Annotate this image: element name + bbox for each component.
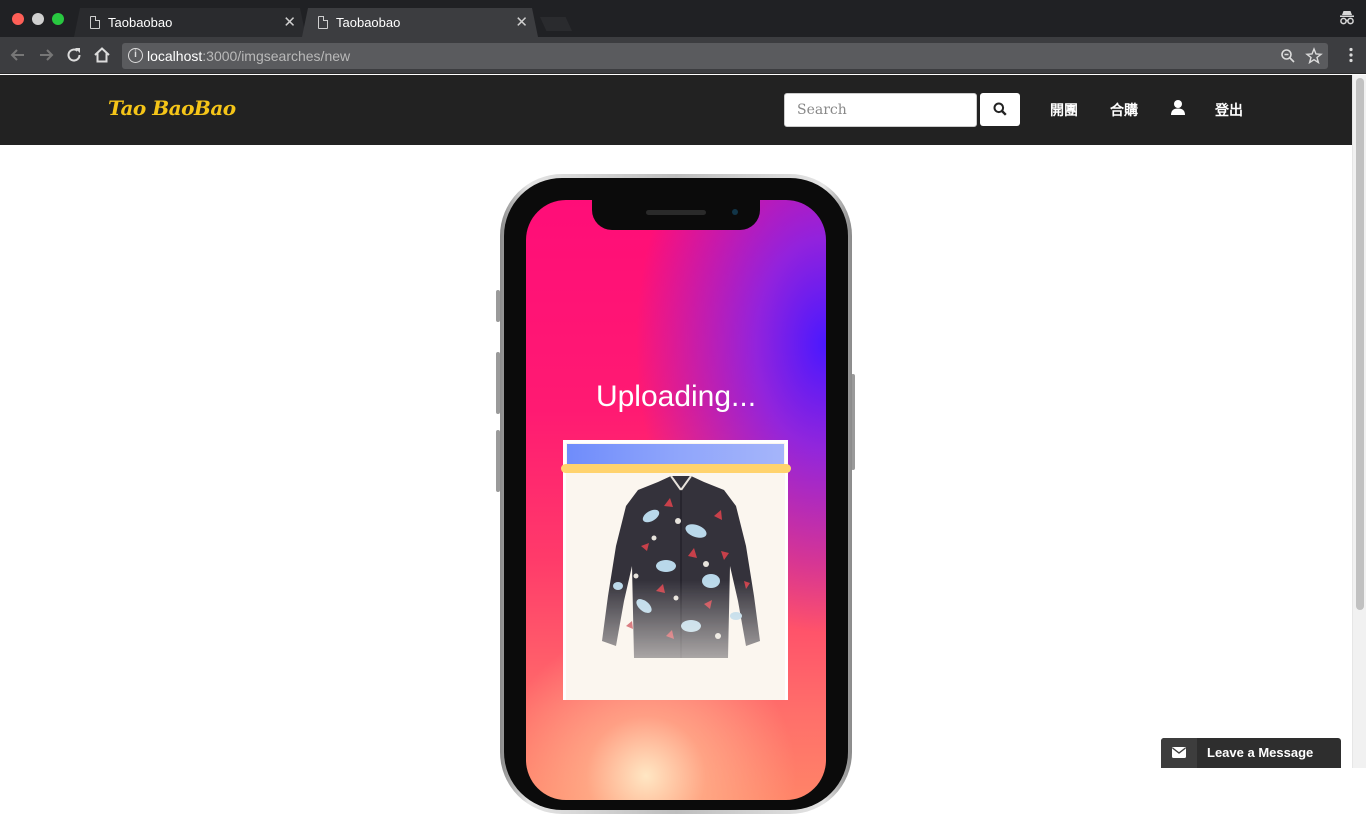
more-menu-icon[interactable] [1348, 47, 1354, 63]
nav-link-logout[interactable]: 登出 [1215, 100, 1243, 120]
zoom-icon[interactable] [1280, 48, 1296, 64]
site-logo[interactable]: Tao BaoBao [108, 96, 236, 120]
upload-status-text: Uploading... [595, 380, 757, 413]
site-navbar: Tao BaoBao 開團 合購 登出 [0, 75, 1352, 145]
leave-message-label: Leave a Message [1207, 745, 1314, 760]
url-host: localhost [147, 48, 203, 64]
upload-scan-line [561, 464, 791, 473]
search-icon [993, 102, 1007, 116]
tab-title: Taobaobao [336, 15, 401, 30]
browser-tab-active[interactable]: Taobaobao ✕ [302, 8, 538, 37]
phone-notch [592, 200, 760, 230]
user-icon[interactable] [1170, 99, 1186, 115]
reload-icon [67, 48, 81, 62]
chat-icon-box [1161, 738, 1197, 768]
url-path: :3000/imgsearches/new [202, 48, 351, 64]
arrow-right-icon [40, 49, 54, 61]
envelope-icon [1172, 747, 1186, 758]
nav-link-group-buy[interactable]: 合購 [1110, 100, 1138, 120]
search-input[interactable] [784, 93, 977, 127]
window-minimize-button[interactable] [32, 13, 44, 25]
close-tab-icon[interactable]: ✕ [283, 13, 296, 31]
browser-tab-strip: Taobaobao ✕ Taobaobao ✕ [0, 0, 1366, 37]
nav-link-open-group[interactable]: 開團 [1050, 100, 1078, 120]
window-close-button[interactable] [12, 13, 24, 25]
scrollbar-thumb[interactable] [1356, 78, 1364, 610]
phone-camera [732, 209, 738, 215]
upload-progress-bar [567, 444, 784, 466]
page-scrollbar[interactable] [1352, 75, 1366, 768]
search-button[interactable] [980, 93, 1020, 126]
window-zoom-button[interactable] [52, 13, 64, 25]
home-button[interactable] [92, 45, 112, 65]
file-icon [90, 16, 100, 29]
phone-speaker [646, 210, 706, 215]
browser-tab[interactable]: Taobaobao ✕ [74, 8, 306, 37]
back-button[interactable] [8, 45, 28, 65]
new-tab-button[interactable] [540, 17, 572, 31]
tab-title: Taobaobao [108, 15, 173, 30]
incognito-icon [1340, 11, 1354, 25]
file-icon [318, 16, 328, 29]
info-icon[interactable]: i [128, 48, 143, 63]
url-text: localhost:3000/imgsearches/new [147, 48, 350, 64]
address-bar[interactable]: i localhost:3000/imgsearches/new [122, 43, 1328, 69]
arrow-left-icon [10, 49, 24, 61]
home-icon [94, 47, 110, 63]
browser-toolbar: i localhost:3000/imgsearches/new [0, 37, 1366, 74]
uploaded-shirt-image [602, 476, 760, 658]
leave-message-widget[interactable]: Leave a Message [1161, 738, 1341, 768]
forward-button[interactable] [36, 45, 56, 65]
close-tab-icon[interactable]: ✕ [515, 13, 528, 31]
bookmark-star-icon[interactable] [1305, 47, 1323, 65]
reload-button[interactable] [64, 45, 84, 65]
